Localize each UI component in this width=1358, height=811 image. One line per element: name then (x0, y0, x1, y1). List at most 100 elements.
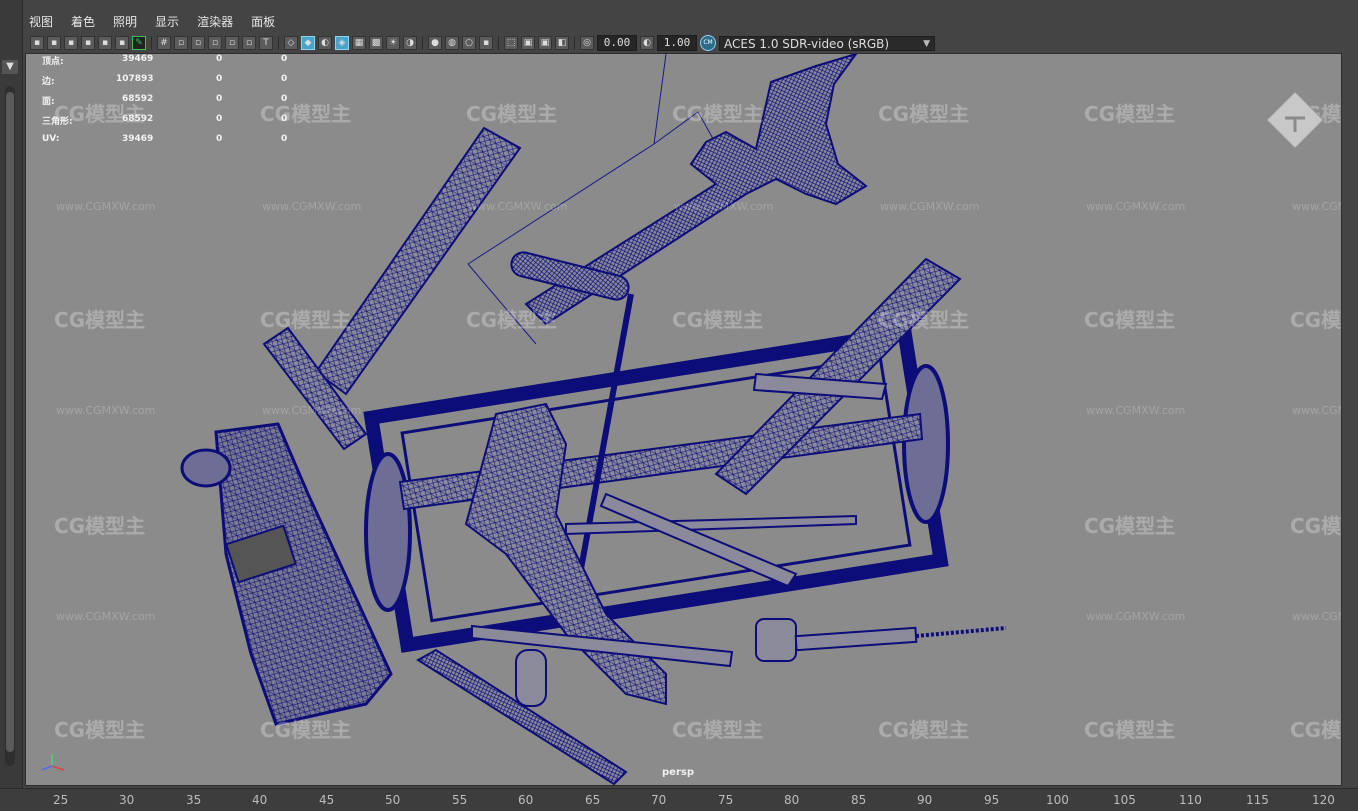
pencil-icon[interactable]: ✎ (132, 36, 146, 50)
view-cube-icon[interactable] (1265, 90, 1325, 150)
screen-space-ao-icon[interactable]: ● (428, 36, 442, 50)
field-chart-icon[interactable]: ▫ (225, 36, 239, 50)
isolate-select-icon[interactable]: ⬚ (504, 36, 518, 50)
hud-value: 0 (281, 134, 288, 144)
collapse-arrow-icon[interactable]: ▼ (2, 60, 18, 74)
safe-title-icon[interactable]: T (259, 36, 273, 50)
scrollbar-thumb[interactable] (6, 92, 14, 752)
xray-active-icon[interactable]: ▣ (538, 36, 552, 50)
xray-icon[interactable]: ▦ (352, 36, 366, 50)
watermark-url: www.CGMXW.com (1086, 610, 1186, 623)
default-material-icon[interactable]: ◐ (318, 36, 332, 50)
ruler-tick-label: 50 (385, 793, 401, 807)
safe-action-icon[interactable]: ▫ (242, 36, 256, 50)
select-camera-icon[interactable]: ▪ (30, 36, 44, 50)
watermark-url: www.CGMXW.com (468, 200, 568, 213)
ruler-tick-label: 100 (1046, 793, 1069, 807)
toolbar-divider (151, 36, 152, 50)
watermark-url: www.CGMXW.com (1292, 610, 1341, 623)
grid-icon[interactable]: # (157, 36, 171, 50)
toolbar-divider (498, 36, 499, 50)
motion-blur-icon[interactable]: ◍ (445, 36, 459, 50)
ruler-tick-label: 30 (119, 793, 135, 807)
anti-alias-icon[interactable]: ○ (462, 36, 476, 50)
watermark-logo: CG模型主 (878, 718, 970, 742)
textured-icon[interactable]: ▩ (369, 36, 383, 50)
chevron-down-icon: ▼ (923, 38, 930, 49)
ruler-tick-label: 25 (53, 793, 69, 807)
watermark-logo: CG模型主 (1290, 308, 1342, 332)
exposure-icon[interactable]: ◎ (580, 36, 594, 50)
color-management-icon[interactable]: CM (700, 35, 716, 51)
menu-panels[interactable]: 面板 (248, 12, 278, 32)
curved-blade-mesh (464, 402, 667, 706)
ruler-tick-label: 35 (186, 793, 202, 807)
watermark-logo: CG模型主 (672, 102, 764, 126)
grease-pencil-icon[interactable]: ▪ (115, 36, 129, 50)
menu-lighting[interactable]: 照明 (110, 12, 140, 32)
watermark-logo: CG模型主 (260, 102, 352, 126)
smooth-shade-icon[interactable]: ◆ (301, 36, 315, 50)
screwdriver-mesh (416, 624, 734, 785)
shadows-icon[interactable]: ◑ (403, 36, 417, 50)
menu-view[interactable]: 视图 (26, 12, 56, 32)
menu-renderer[interactable]: 渲染器 (194, 12, 236, 32)
gamma-icon[interactable]: ◐ (640, 36, 654, 50)
watermark-logo: CG模型主 (260, 718, 352, 742)
watermark-logo: CG模型主 (1084, 102, 1176, 126)
2d-pan-zoom-icon[interactable]: ▪ (98, 36, 112, 50)
watermark-url: www.CGMXW.com (1086, 404, 1186, 417)
camera-attributes-icon[interactable]: ▪ (47, 36, 61, 50)
watermark-logo: CG模型主 (1290, 514, 1342, 538)
hud-value: 107893 (116, 74, 154, 84)
wireframe-on-shaded-icon[interactable]: ◈ (335, 36, 349, 50)
watermark-url: www.CGMXW.com (262, 200, 362, 213)
watermark-logo: CG模型主 (878, 308, 970, 332)
hud-value: 0 (216, 54, 223, 64)
time-slider-ruler[interactable]: 25 30 35 40 45 50 55 60 65 70 75 80 85 9… (0, 788, 1358, 811)
exposure-field[interactable]: 0.00 (597, 35, 637, 51)
backface-culling-icon[interactable]: ◧ (555, 36, 569, 50)
depth-of-field-icon[interactable]: ▪ (479, 36, 493, 50)
drill-bit-mesh (755, 618, 1007, 662)
hud-value: 0 (216, 114, 223, 124)
menu-shading[interactable]: 着色 (68, 12, 98, 32)
watermark-logo: CG模型主 (1084, 308, 1176, 332)
use-lights-icon[interactable]: ☀ (386, 36, 400, 50)
ruler-tick-label: 115 (1246, 793, 1269, 807)
watermark-logo: CG模型主 (54, 102, 146, 126)
view-transform-select[interactable]: ACES 1.0 SDR-video (sRGB) ▼ (719, 35, 935, 51)
watermark-logo: CG模型主 (54, 718, 146, 742)
bookmark-icon[interactable]: ▪ (64, 36, 78, 50)
resolution-gate-icon[interactable]: ▫ (191, 36, 205, 50)
wireframe-icon[interactable]: ◇ (284, 36, 298, 50)
watermark-logo: CG模型主 (466, 308, 558, 332)
watermark-logo: CG模型主 (54, 308, 146, 332)
hud-value: 39469 (122, 134, 154, 144)
hud-label: 顶点: (42, 57, 64, 67)
menu-show[interactable]: 显示 (152, 12, 182, 32)
hud-value: 39469 (122, 54, 154, 64)
gamma-field[interactable]: 1.00 (657, 35, 697, 51)
hud-value: 0 (216, 134, 223, 144)
watermark-url: www.CGMXW.com (56, 610, 156, 623)
watermark-url: www.CGMXW.com (880, 200, 980, 213)
hud-value: 0 (281, 54, 288, 64)
watermark-url: www.CGMXW.com (674, 200, 774, 213)
ruler-tick-label: 110 (1179, 793, 1202, 807)
film-gate-icon[interactable]: ▫ (174, 36, 188, 50)
gate-mask-icon[interactable]: ▫ (208, 36, 222, 50)
xray-joints-icon[interactable]: ▣ (521, 36, 535, 50)
scene-wireframe (180, 54, 1007, 785)
watermark-url: www.CGMXW.com (1292, 404, 1341, 417)
image-plane-icon[interactable]: ▪ (81, 36, 95, 50)
view-transform-value: ACES 1.0 SDR-video (sRGB) (724, 36, 890, 51)
ruler-tick-label: 120 (1312, 793, 1335, 807)
3d-viewport[interactable]: 顶点: 39469 0 0 边: 107893 0 0 面: 68592 0 0… (25, 53, 1342, 786)
ruler-tick-label: 45 (319, 793, 335, 807)
watermark-url: www.CGMXW.com (56, 200, 156, 213)
toolbar-divider (422, 36, 423, 50)
hud-label: 面: (42, 97, 55, 107)
ruler-tick-label: 95 (984, 793, 1000, 807)
toolbar-divider (278, 36, 279, 50)
